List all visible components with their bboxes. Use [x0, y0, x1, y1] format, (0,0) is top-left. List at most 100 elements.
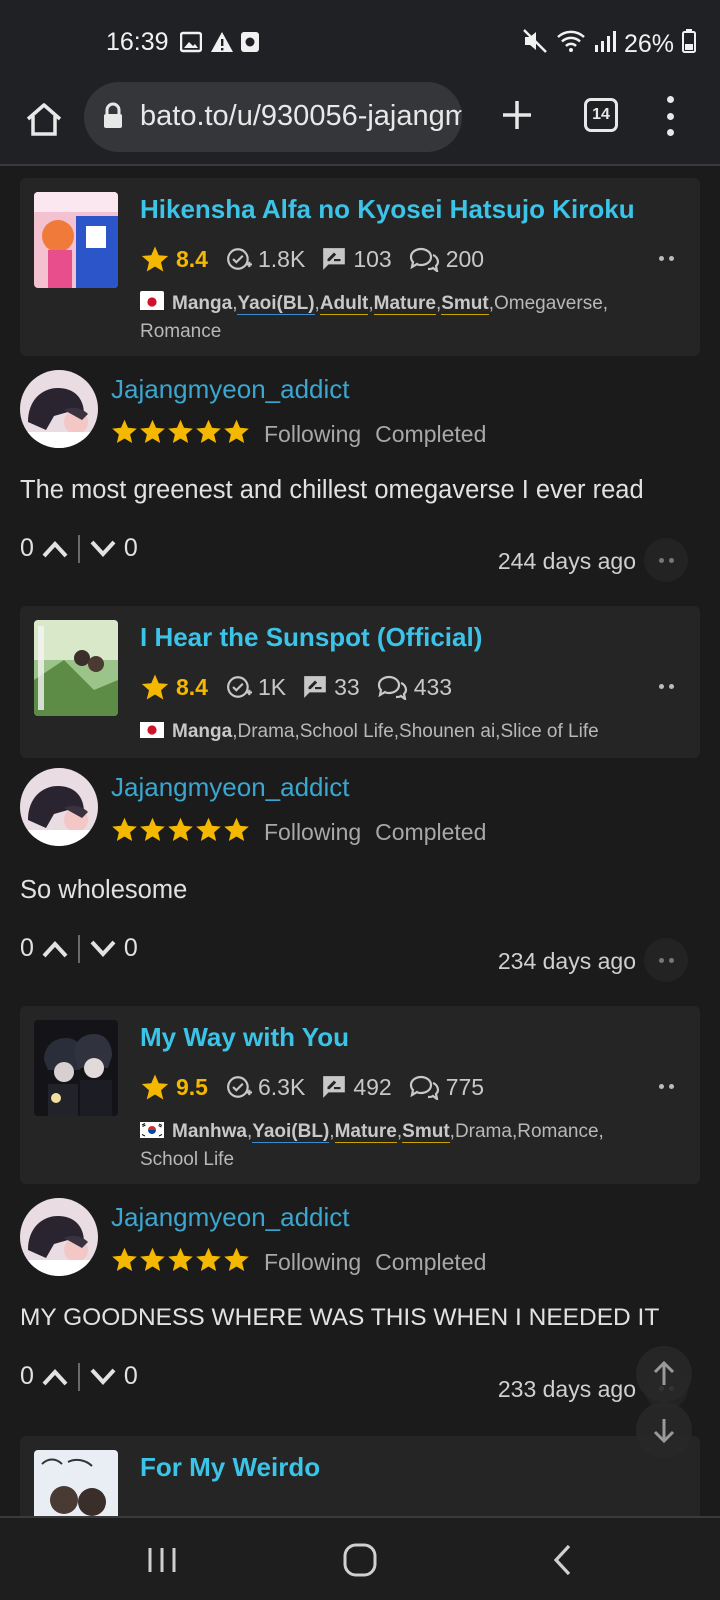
timestamp: 233 days ago — [497, 1376, 636, 1402]
genre-tags-rest: Drama,School Life,Shounen ai,Slice of Li… — [237, 721, 599, 742]
card-more-button[interactable] — [659, 684, 674, 689]
comments-count: 775 — [445, 1073, 485, 1100]
reading-status: Following Completed — [264, 1249, 500, 1276]
downvote-count: 0 — [123, 1362, 138, 1390]
manga-card[interactable]: My Way with You 9.5 6.3K 492 775 Manhwa,… — [20, 1006, 700, 1184]
username[interactable]: Jajangmyeon_addict — [111, 1202, 350, 1233]
signal-icon — [594, 29, 616, 60]
new-tab-button[interactable] — [500, 98, 534, 132]
home-circle-icon — [343, 1543, 377, 1577]
korea-flag-icon — [140, 1119, 164, 1138]
status-completed: Completed — [375, 421, 487, 447]
manga-title[interactable]: Hikensha Alfa no Kyosei Hatsujo Kiroku — [140, 194, 635, 225]
status-completed: Completed — [375, 1249, 487, 1275]
home-icon — [26, 103, 62, 136]
genre-tag[interactable]: Mature — [373, 293, 436, 315]
review-more-button[interactable] — [644, 938, 688, 982]
genre-tag[interactable]: Yaoi(BL) — [237, 293, 315, 315]
origin-tag[interactable]: Manga — [172, 293, 232, 314]
home-button[interactable] — [22, 98, 66, 142]
origin-tag[interactable]: Manhwa — [172, 1121, 247, 1142]
review-text: The most greenest and chillest omegavers… — [20, 476, 644, 504]
avatar[interactable] — [20, 370, 98, 448]
manga-card[interactable]: For My Weirdo — [20, 1436, 700, 1516]
upvote-count: 0 — [20, 534, 34, 562]
upvote-count: 0 — [20, 1362, 34, 1390]
origin-tag[interactable]: Manga — [172, 721, 232, 742]
star-icon — [196, 1247, 221, 1271]
scroll-down-button[interactable] — [636, 1402, 692, 1458]
rating-score: 8.4 — [176, 673, 208, 700]
recent-apps-button[interactable] — [142, 1540, 182, 1580]
cover-image[interactable] — [34, 1450, 118, 1516]
upvote-chevron-icon[interactable] — [40, 538, 70, 560]
status-bar: 16:39 26% — [0, 0, 720, 88]
genre-tag[interactable]: Mature — [334, 1121, 397, 1143]
tab-switcher-button[interactable]: 14 — [584, 98, 618, 132]
review-text: So wholesome — [20, 876, 188, 904]
star-icon — [168, 1247, 193, 1271]
cover-image[interactable] — [34, 1020, 118, 1116]
cover-image[interactable] — [34, 192, 118, 288]
overflow-menu-button[interactable] — [660, 96, 680, 136]
genre-tag[interactable]: Smut — [441, 293, 489, 315]
review-icon — [323, 1076, 346, 1098]
cover-image[interactable] — [34, 620, 118, 716]
downvote-chevron-icon[interactable] — [88, 938, 118, 960]
image-icon — [179, 31, 203, 53]
star-icon — [112, 817, 137, 841]
japan-flag-icon — [140, 291, 164, 310]
back-nav-button[interactable] — [544, 1540, 584, 1580]
manga-card[interactable]: I Hear the Sunspot (Official) 8.4 1K 33 … — [20, 606, 700, 758]
username[interactable]: Jajangmyeon_addict — [111, 374, 350, 405]
star-icon — [224, 419, 249, 443]
card-more-button[interactable] — [659, 256, 674, 261]
battery-icon — [682, 29, 696, 60]
avatar[interactable] — [20, 1198, 98, 1276]
follow-check-icon — [227, 1076, 252, 1098]
status-time: 16:39 — [106, 28, 169, 56]
reviews-count: 103 — [353, 245, 392, 272]
upvote-chevron-icon[interactable] — [40, 1366, 70, 1388]
review-icon — [304, 676, 326, 698]
plus-icon — [503, 101, 531, 129]
genre-tag[interactable]: Smut — [402, 1121, 450, 1143]
card-more-button[interactable] — [659, 1084, 674, 1089]
username[interactable]: Jajangmyeon_addict — [111, 772, 350, 803]
manga-title[interactable]: My Way with You — [140, 1022, 349, 1053]
upvote-chevron-icon[interactable] — [40, 938, 70, 960]
user-rating-stars — [111, 418, 250, 445]
home-nav-button[interactable] — [340, 1540, 380, 1580]
address-bar[interactable]: bato.to/u/930056-jajangmyeon_addict — [84, 82, 462, 152]
follows-count: 1K — [257, 673, 287, 700]
review-more-button[interactable] — [644, 538, 688, 582]
manga-card[interactable]: Hikensha Alfa no Kyosei Hatsujo Kiroku 8… — [20, 178, 700, 356]
star-icon — [168, 419, 193, 443]
genre-tag[interactable]: Adult — [319, 293, 369, 315]
avatar[interactable] — [20, 768, 98, 846]
downvote-chevron-icon[interactable] — [88, 1366, 118, 1388]
record-icon — [240, 31, 262, 53]
url-text: bato.to/u/930056-jajangmyeon_addict — [140, 100, 462, 132]
star-icon — [112, 419, 137, 443]
downvote-chevron-icon[interactable] — [88, 538, 118, 560]
rating-score: 8.4 — [176, 245, 208, 272]
manga-title[interactable]: For My Weirdo — [140, 1452, 320, 1483]
genre-tag[interactable]: Yaoi(BL) — [252, 1121, 330, 1143]
star-icon — [196, 419, 221, 443]
genre-list: Manga,Yaoi(BL),Adult,Mature,Smut,Omegave… — [140, 291, 609, 342]
reading-status: Following Completed — [264, 819, 500, 846]
timestamp: 244 days ago — [497, 548, 636, 574]
status-following: Following — [264, 1249, 362, 1275]
star-icon — [141, 246, 169, 272]
user-rating-stars — [111, 1246, 250, 1273]
manga-stats: 8.4 1.8K 103 200 — [140, 244, 500, 274]
follows-count: 6.3K — [257, 1073, 306, 1100]
reviews-count: 492 — [353, 1073, 392, 1100]
star-icon — [141, 674, 169, 700]
recents-icon — [148, 1548, 176, 1572]
downvote-count: 0 — [123, 934, 138, 962]
reviews-count: 33 — [334, 673, 360, 700]
manga-title[interactable]: I Hear the Sunspot (Official) — [140, 622, 482, 653]
scroll-up-button[interactable] — [636, 1346, 692, 1402]
